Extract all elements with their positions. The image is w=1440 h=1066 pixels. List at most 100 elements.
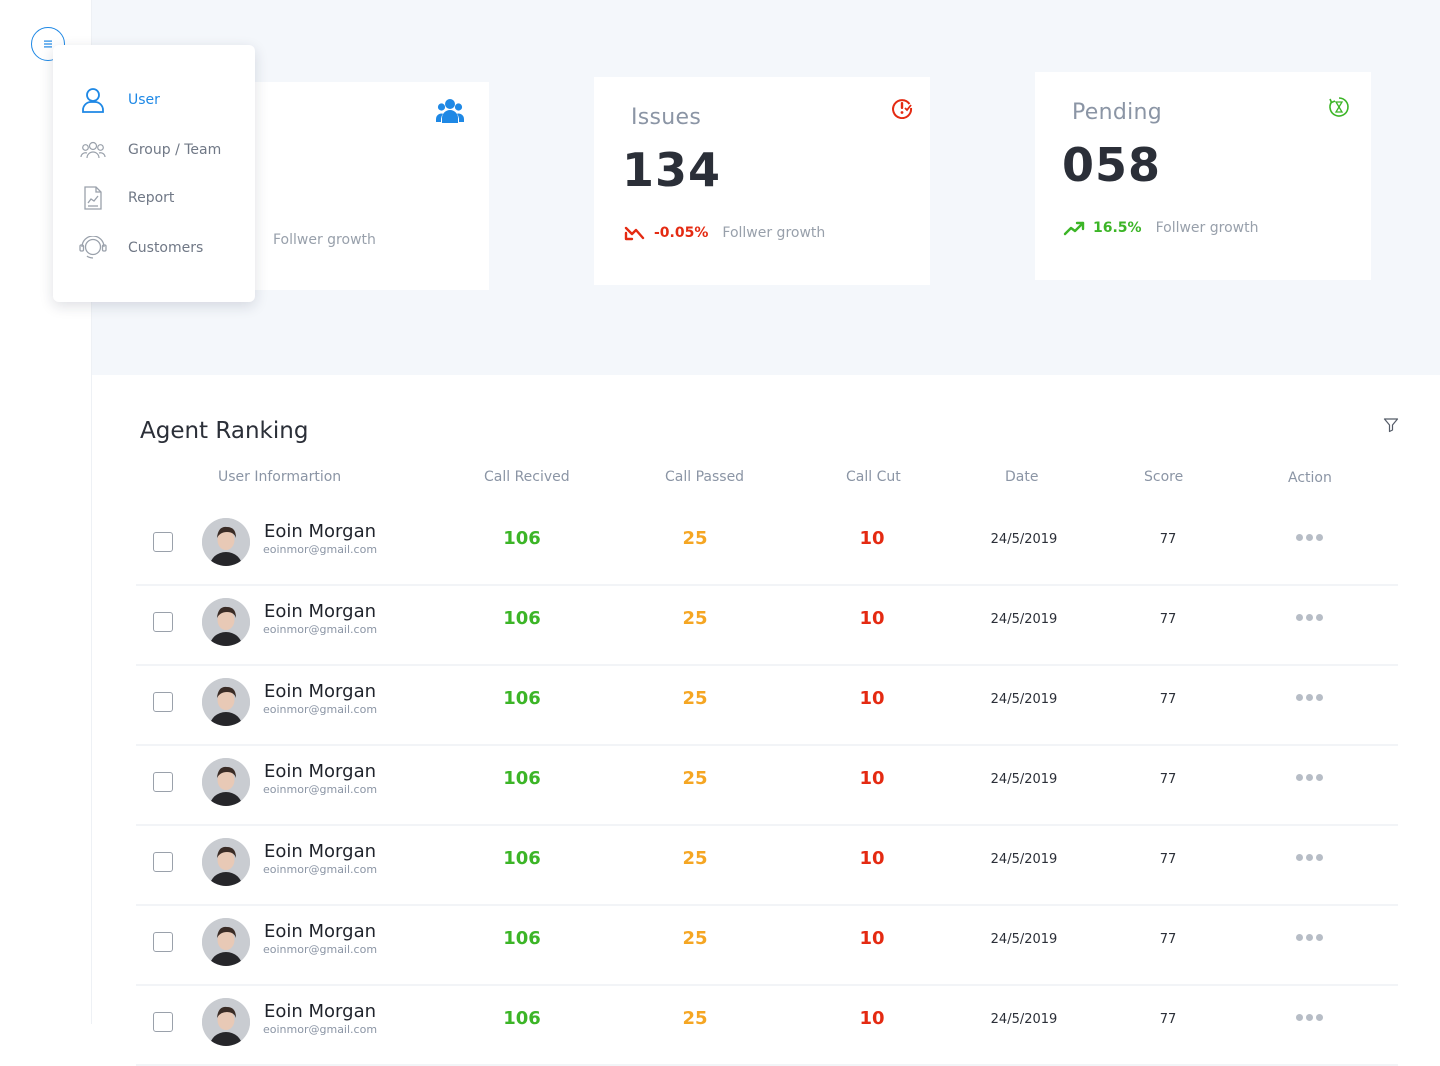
more-dot-icon — [1295, 773, 1303, 781]
table-row: Eoin Morgan eoinmor@gmail.com 106 25 10 24/5/… — [136, 986, 1398, 1066]
avatar — [202, 998, 250, 1046]
call-received-value: 106 — [503, 1008, 541, 1029]
row-checkbox[interactable] — [153, 692, 173, 712]
more-dot-icon — [1305, 853, 1313, 861]
column-header-call-received[interactable]: Call Recived — [484, 469, 570, 485]
more-dot-icon — [1305, 533, 1313, 541]
call-cut-value: 10 — [859, 528, 885, 549]
user-name: Eoin Morgan — [264, 601, 377, 622]
stat-card-issues: Issues 134 -0.05% Follwer growth — [594, 77, 930, 285]
trend-up-icon — [1063, 221, 1085, 236]
column-header-score[interactable]: Score — [1144, 469, 1183, 485]
row-checkbox[interactable] — [153, 612, 173, 632]
table-row: Eoin Morgan eoinmor@gmail.com 106 25 10 24/5/… — [136, 826, 1398, 906]
call-passed-value: 25 — [682, 528, 708, 549]
score-value: 77 — [1159, 692, 1177, 707]
user-email: eoinmor@gmail.com — [263, 1023, 378, 1036]
row-action-menu-button[interactable] — [1279, 1007, 1339, 1027]
column-header-call-passed[interactable]: Call Passed — [665, 469, 744, 485]
card-change-value: 16.5% — [1093, 220, 1142, 236]
call-passed-value: 25 — [682, 928, 708, 949]
hourglass-icon — [1328, 96, 1350, 122]
row-action-menu-button[interactable] — [1279, 607, 1339, 627]
date-value: 24/5/2019 — [990, 932, 1058, 947]
score-value: 77 — [1159, 532, 1177, 547]
user-name: Eoin Morgan — [264, 681, 377, 702]
call-cut-value: 10 — [859, 848, 885, 869]
call-received-value: 106 — [503, 768, 541, 789]
filter-button[interactable] — [1383, 417, 1399, 437]
column-header-user-info[interactable]: User Informartion — [218, 469, 341, 485]
row-checkbox[interactable] — [153, 772, 173, 792]
more-dot-icon — [1305, 613, 1313, 621]
card-change: Follwer growth — [267, 232, 376, 248]
date-value: 24/5/2019 — [990, 612, 1058, 627]
report-icon — [79, 184, 107, 212]
row-action-menu-button[interactable] — [1279, 847, 1339, 867]
users-icon — [436, 98, 464, 128]
more-dot-icon — [1295, 613, 1303, 621]
more-dot-icon — [1295, 1013, 1303, 1021]
row-checkbox[interactable] — [153, 532, 173, 552]
call-cut-value: 10 — [859, 768, 885, 789]
menu-item-customers[interactable]: Customers — [79, 233, 203, 263]
call-passed-value: 25 — [682, 848, 708, 869]
filter-icon — [1383, 418, 1399, 433]
user-icon — [79, 86, 107, 114]
card-change: 16.5% Follwer growth — [1063, 220, 1258, 236]
score-value: 77 — [1159, 1012, 1177, 1027]
call-received-value: 106 — [503, 928, 541, 949]
call-passed-value: 25 — [682, 608, 708, 629]
score-value: 77 — [1159, 612, 1177, 627]
card-value: 058 — [1062, 138, 1162, 192]
row-checkbox[interactable] — [153, 852, 173, 872]
score-value: 77 — [1159, 852, 1177, 867]
table-row: Eoin Morgan eoinmor@gmail.com 106 25 10 24/5/… — [136, 506, 1398, 586]
card-change-label: Follwer growth — [273, 232, 376, 248]
call-cut-value: 10 — [859, 608, 885, 629]
call-cut-value: 10 — [859, 688, 885, 709]
more-dot-icon — [1295, 933, 1303, 941]
date-value: 24/5/2019 — [990, 852, 1058, 867]
more-dot-icon — [1295, 853, 1303, 861]
card-change-label: Follwer growth — [1155, 220, 1259, 236]
row-action-menu-button[interactable] — [1279, 927, 1339, 947]
row-action-menu-button[interactable] — [1279, 687, 1339, 707]
more-dot-icon — [1315, 853, 1323, 861]
column-header-date[interactable]: Date — [1005, 469, 1038, 485]
call-cut-value: 10 — [859, 1008, 885, 1029]
stat-card-pending: Pending 058 16.5% Follwer growth — [1035, 72, 1371, 280]
column-header-call-cut[interactable]: Call Cut — [846, 469, 901, 485]
row-checkbox[interactable] — [153, 932, 173, 952]
navigation-menu: User Group / Team Report Customers — [53, 45, 255, 302]
row-action-menu-button[interactable] — [1279, 767, 1339, 787]
column-header-action: Action — [1288, 470, 1332, 486]
table-row: Eoin Morgan eoinmor@gmail.com 106 25 10 24/5/… — [136, 746, 1398, 826]
call-received-value: 106 — [503, 608, 541, 629]
score-value: 77 — [1159, 932, 1177, 947]
more-dot-icon — [1305, 933, 1313, 941]
user-email: eoinmor@gmail.com — [263, 703, 378, 716]
card-title: Issues — [631, 105, 702, 130]
user-name: Eoin Morgan — [264, 761, 377, 782]
menu-item-group-team[interactable]: Group / Team — [79, 135, 221, 165]
more-dot-icon — [1295, 693, 1303, 701]
row-checkbox[interactable] — [153, 1012, 173, 1032]
call-received-value: 106 — [503, 528, 541, 549]
user-name: Eoin Morgan — [264, 841, 377, 862]
avatar — [202, 518, 250, 566]
user-email: eoinmor@gmail.com — [263, 783, 378, 796]
user-name: Eoin Morgan — [264, 1001, 377, 1022]
row-action-menu-button[interactable] — [1279, 527, 1339, 547]
panel-title: Agent Ranking — [140, 418, 309, 444]
menu-item-user[interactable]: User — [79, 85, 160, 115]
table-row: Eoin Morgan eoinmor@gmail.com 106 25 10 24/5/… — [136, 586, 1398, 666]
call-cut-value: 10 — [859, 928, 885, 949]
avatar — [202, 918, 250, 966]
menu-item-label: Group / Team — [128, 142, 222, 158]
avatar — [202, 598, 250, 646]
user-name: Eoin Morgan — [264, 921, 377, 942]
menu-item-report[interactable]: Report — [79, 183, 174, 213]
avatar — [202, 678, 250, 726]
card-change-label: Follwer growth — [722, 225, 826, 241]
